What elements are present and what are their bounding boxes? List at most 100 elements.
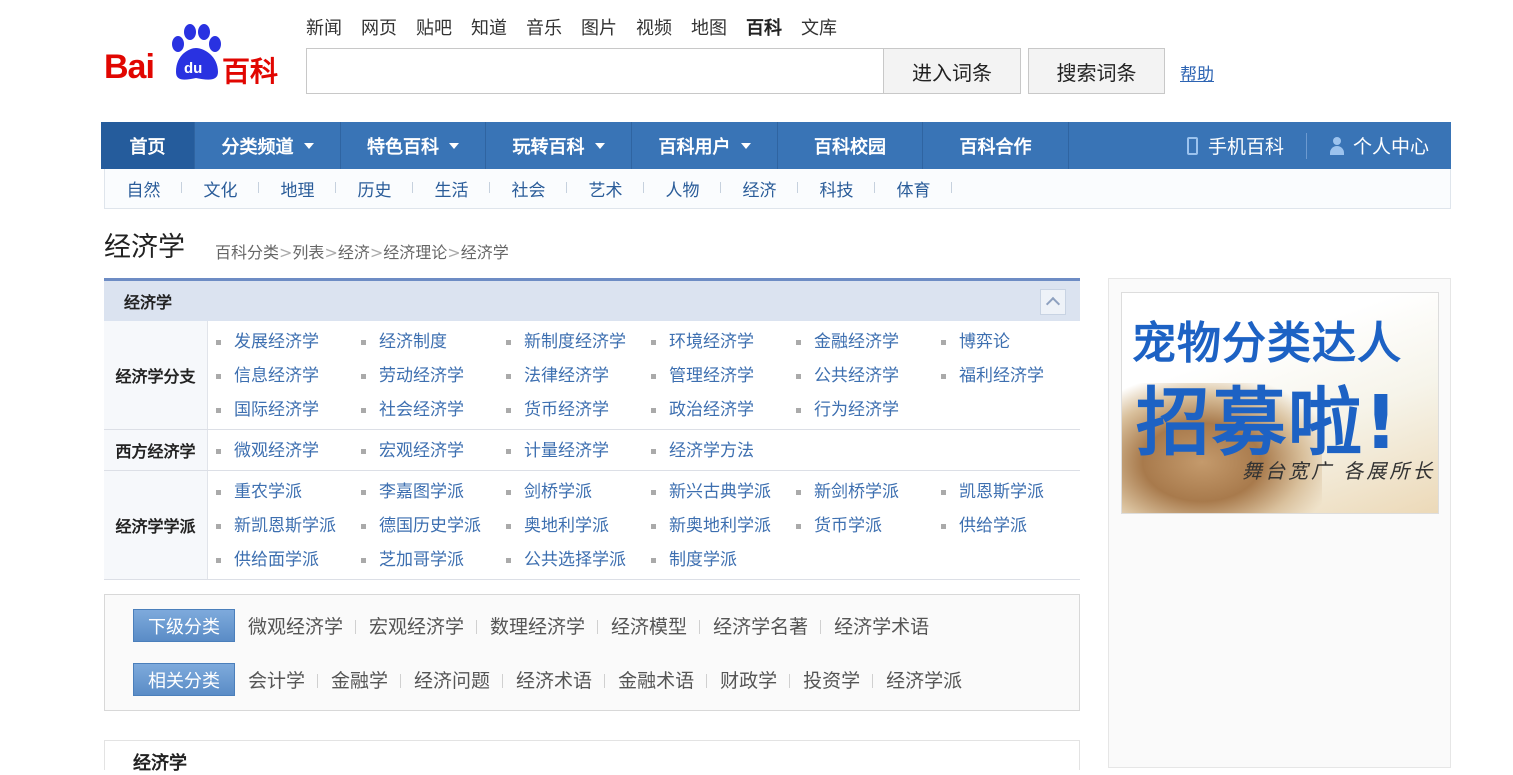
category-link[interactable]: 经济学方法 bbox=[643, 434, 788, 468]
category-link[interactable]: 劳动经济学 bbox=[353, 359, 498, 393]
category-link[interactable]: 行为经济学 bbox=[788, 393, 933, 427]
category-link[interactable]: 政治经济学 bbox=[643, 393, 788, 427]
search-entry-button[interactable]: 搜索词条 bbox=[1028, 48, 1165, 94]
subnav-item-4[interactable]: 历史 bbox=[336, 176, 413, 201]
category-link[interactable]: 公共选择学派 bbox=[498, 543, 643, 577]
mainnav-item-6[interactable]: 百科校园 bbox=[778, 122, 923, 169]
breadcrumb-item[interactable]: 经济理论 bbox=[383, 243, 447, 262]
related-category-link[interactable]: 投资学 bbox=[790, 666, 874, 693]
help-link[interactable]: 帮助 bbox=[1180, 60, 1214, 85]
category-link[interactable]: 信息经济学 bbox=[208, 359, 353, 393]
top-link-4[interactable]: 知道 bbox=[471, 14, 507, 40]
subnav-item-1[interactable]: 自然 bbox=[105, 176, 182, 201]
sub-category-link[interactable]: 数理经济学 bbox=[477, 612, 599, 639]
subnav-item-2[interactable]: 文化 bbox=[182, 176, 259, 201]
phone-icon bbox=[1186, 136, 1198, 155]
category-link[interactable]: 宏观经济学 bbox=[353, 434, 498, 468]
mainnav-item-4[interactable]: 玩转百科 bbox=[486, 122, 632, 169]
sub-category-link[interactable]: 经济学术语 bbox=[821, 612, 942, 639]
next-section: 经济学 bbox=[104, 740, 1080, 774]
related-category-link[interactable]: 经济学派 bbox=[873, 666, 975, 693]
category-row: 经济学分支 发展经济学 经济制度 新制度经济学 环境经济学 金融经济学 博弈论 信息经济学 劳动… bbox=[104, 321, 1080, 430]
mainnav-item-5[interactable]: 百科用户 bbox=[632, 122, 778, 169]
user-center-link[interactable]: 个人中心 bbox=[1307, 132, 1451, 159]
enter-entry-button[interactable]: 进入词条 bbox=[883, 48, 1021, 94]
category-link[interactable]: 重农学派 bbox=[208, 475, 353, 509]
category-link[interactable]: 货币经济学 bbox=[498, 393, 643, 427]
subnav-item-10[interactable]: 科技 bbox=[798, 176, 875, 201]
category-link[interactable]: 新兴古典学派 bbox=[643, 475, 788, 509]
breadcrumb-item[interactable]: 经济 bbox=[338, 243, 370, 262]
sub-category-link[interactable]: 经济模型 bbox=[598, 612, 701, 639]
category-link[interactable]: 芝加哥学派 bbox=[353, 543, 498, 577]
category-link[interactable]: 新剑桥学派 bbox=[788, 475, 933, 509]
category-link[interactable]: 微观经济学 bbox=[208, 434, 353, 468]
category-link[interactable]: 供给面学派 bbox=[208, 543, 353, 577]
category-link[interactable]: 经济制度 bbox=[353, 325, 498, 359]
mainnav-item-1[interactable]: 首页 bbox=[101, 122, 195, 169]
next-section-title: 经济学 bbox=[133, 753, 187, 774]
collapse-icon[interactable] bbox=[1040, 289, 1066, 315]
top-link-10[interactable]: 文库 bbox=[801, 14, 837, 40]
category-link[interactable]: 李嘉图学派 bbox=[353, 475, 498, 509]
category-link[interactable]: 供给学派 bbox=[933, 509, 1078, 543]
subnav-item-11[interactable]: 体育 bbox=[875, 176, 952, 201]
subnav-item-8[interactable]: 人物 bbox=[644, 176, 721, 201]
category-link[interactable]: 法律经济学 bbox=[498, 359, 643, 393]
baidu-paw-icon: du bbox=[172, 24, 221, 80]
category-link[interactable]: 奥地利学派 bbox=[498, 509, 643, 543]
subnav-item-6[interactable]: 社会 bbox=[490, 176, 567, 201]
category-link[interactable]: 发展经济学 bbox=[208, 325, 353, 359]
top-link-3[interactable]: 贴吧 bbox=[416, 14, 452, 40]
category-link[interactable]: 环境经济学 bbox=[643, 325, 788, 359]
subnav-item-3[interactable]: 地理 bbox=[259, 176, 336, 201]
search-input[interactable] bbox=[306, 48, 884, 94]
category-link[interactable]: 凯恩斯学派 bbox=[933, 475, 1078, 509]
category-link[interactable]: 制度学派 bbox=[643, 543, 788, 577]
sub-category-link[interactable]: 宏观经济学 bbox=[356, 612, 478, 639]
related-category-link[interactable]: 金融学 bbox=[318, 666, 402, 693]
sub-category-link[interactable]: 微观经济学 bbox=[235, 612, 357, 639]
category-link[interactable]: 计量经济学 bbox=[498, 434, 643, 468]
top-link-7[interactable]: 视频 bbox=[636, 14, 672, 40]
category-link[interactable]: 货币学派 bbox=[788, 509, 933, 543]
top-link-5[interactable]: 音乐 bbox=[526, 14, 562, 40]
mobile-baike-link[interactable]: 手机百科 bbox=[1165, 132, 1306, 159]
mainnav-item-3[interactable]: 特色百科 bbox=[341, 122, 486, 169]
related-category-link[interactable]: 经济术语 bbox=[503, 666, 606, 693]
category-link[interactable]: 金融经济学 bbox=[788, 325, 933, 359]
category-link[interactable]: 社会经济学 bbox=[353, 393, 498, 427]
category-link[interactable]: 剑桥学派 bbox=[498, 475, 643, 509]
related-category-link[interactable]: 财政学 bbox=[707, 666, 791, 693]
category-link[interactable]: 公共经济学 bbox=[788, 359, 933, 393]
subnav-item-7[interactable]: 艺术 bbox=[567, 176, 644, 201]
subnav-item-9[interactable]: 经济 bbox=[721, 176, 798, 201]
breadcrumb-item[interactable]: 百科分类 bbox=[215, 243, 279, 262]
top-link-2[interactable]: 网页 bbox=[361, 14, 397, 40]
category-subnav: 自然 文化 地理 历史 生活 社会 艺术 人物 经济 科技 体育 bbox=[104, 169, 1451, 209]
category-link[interactable]: 管理经济学 bbox=[643, 359, 788, 393]
related-category-link[interactable]: 会计学 bbox=[235, 666, 319, 693]
category-link[interactable]: 新制度经济学 bbox=[498, 325, 643, 359]
category-link[interactable]: 新凯恩斯学派 bbox=[208, 509, 353, 543]
related-category-link[interactable]: 金融术语 bbox=[605, 666, 708, 693]
baidu-baike-logo[interactable]: Bai du 百科 bbox=[104, 22, 286, 88]
top-link-1[interactable]: 新闻 bbox=[306, 14, 342, 40]
subnav-item-5[interactable]: 生活 bbox=[413, 176, 490, 201]
mainnav-item-2[interactable]: 分类频道 bbox=[195, 122, 341, 169]
category-link[interactable]: 福利经济学 bbox=[933, 359, 1078, 393]
sub-category-link[interactable]: 经济学名著 bbox=[700, 612, 822, 639]
breadcrumb-separator: > bbox=[369, 243, 384, 262]
top-link-6[interactable]: 图片 bbox=[581, 14, 617, 40]
mainnav-item-7[interactable]: 百科合作 bbox=[923, 122, 1069, 169]
category-row-label: 西方经济学 bbox=[104, 430, 208, 470]
related-category-link[interactable]: 经济问题 bbox=[401, 666, 504, 693]
top-link-8[interactable]: 地图 bbox=[691, 14, 727, 40]
category-link[interactable]: 德国历史学派 bbox=[353, 509, 498, 543]
category-link[interactable]: 博弈论 bbox=[933, 325, 1078, 359]
recruit-ad-banner[interactable]: 宠物分类达人 招募啦! 舞台宽广 各展所长 bbox=[1121, 292, 1439, 514]
top-link-9[interactable]: 百科 bbox=[746, 14, 782, 40]
breadcrumb-item[interactable]: 列表 bbox=[292, 243, 324, 262]
category-link[interactable]: 新奥地利学派 bbox=[643, 509, 788, 543]
category-link[interactable]: 国际经济学 bbox=[208, 393, 353, 427]
